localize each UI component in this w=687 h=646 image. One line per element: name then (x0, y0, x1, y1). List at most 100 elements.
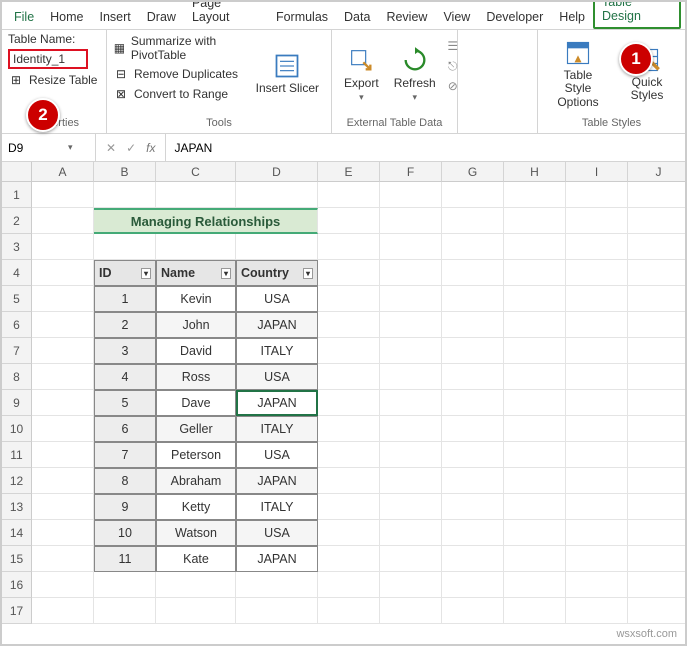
table-cell-country[interactable]: JAPAN (236, 312, 318, 338)
table-cell-name[interactable]: Kevin (156, 286, 236, 312)
cell-E9[interactable] (318, 390, 380, 416)
cell-G6[interactable] (442, 312, 504, 338)
cell-A17[interactable] (32, 598, 94, 624)
cell-A4[interactable] (32, 260, 94, 286)
cell-H15[interactable] (504, 546, 566, 572)
cell-E17[interactable] (318, 598, 380, 624)
cell-F3[interactable] (380, 234, 442, 260)
cell-D3[interactable] (236, 234, 318, 260)
cell-E13[interactable] (318, 494, 380, 520)
col-header-I[interactable]: I (566, 162, 628, 182)
cell-G11[interactable] (442, 442, 504, 468)
tab-developer[interactable]: Developer (478, 5, 551, 29)
table-cell-id[interactable]: 10 (94, 520, 156, 546)
cell-J10[interactable] (628, 416, 687, 442)
cell-F15[interactable] (380, 546, 442, 572)
cell-G10[interactable] (442, 416, 504, 442)
col-header-D[interactable]: D (236, 162, 318, 182)
cell-H13[interactable] (504, 494, 566, 520)
table-header-id[interactable]: ID▾ (94, 260, 156, 286)
cell-E10[interactable] (318, 416, 380, 442)
cell-A10[interactable] (32, 416, 94, 442)
cell-F6[interactable] (380, 312, 442, 338)
name-box-input[interactable] (6, 140, 64, 156)
cell-J8[interactable] (628, 364, 687, 390)
table-cell-country[interactable]: USA (236, 364, 318, 390)
cell-E16[interactable] (318, 572, 380, 598)
col-header-H[interactable]: H (504, 162, 566, 182)
cell-E5[interactable] (318, 286, 380, 312)
cell-B16[interactable] (94, 572, 156, 598)
name-box[interactable]: ▾ (2, 134, 96, 161)
cell-F8[interactable] (380, 364, 442, 390)
table-cell-name[interactable]: Abraham (156, 468, 236, 494)
cell-I7[interactable] (566, 338, 628, 364)
tab-formulas[interactable]: Formulas (268, 5, 336, 29)
cell-G4[interactable] (442, 260, 504, 286)
cell-A6[interactable] (32, 312, 94, 338)
cell-F7[interactable] (380, 338, 442, 364)
col-header-A[interactable]: A (32, 162, 94, 182)
table-header-name[interactable]: Name▾ (156, 260, 236, 286)
table-cell-id[interactable]: 9 (94, 494, 156, 520)
row-header-9[interactable]: 9 (2, 390, 32, 416)
row-header-6[interactable]: 6 (2, 312, 32, 338)
cell-F2[interactable] (380, 208, 442, 234)
cell-B3[interactable] (94, 234, 156, 260)
cell-A3[interactable] (32, 234, 94, 260)
cell-J11[interactable] (628, 442, 687, 468)
tab-help[interactable]: Help (551, 5, 593, 29)
cell-J17[interactable] (628, 598, 687, 624)
table-cell-country[interactable]: USA (236, 442, 318, 468)
cell-I16[interactable] (566, 572, 628, 598)
cell-I17[interactable] (566, 598, 628, 624)
table-cell-id[interactable]: 2 (94, 312, 156, 338)
tab-insert[interactable]: Insert (92, 5, 139, 29)
cell-G3[interactable] (442, 234, 504, 260)
row-header-17[interactable]: 17 (2, 598, 32, 624)
cell-H2[interactable] (504, 208, 566, 234)
cell-G7[interactable] (442, 338, 504, 364)
cell-E15[interactable] (318, 546, 380, 572)
table-cell-country[interactable]: USA (236, 520, 318, 546)
cell-G12[interactable] (442, 468, 504, 494)
table-cell-id[interactable]: 8 (94, 468, 156, 494)
cell-E6[interactable] (318, 312, 380, 338)
cell-F16[interactable] (380, 572, 442, 598)
cell-D1[interactable] (236, 182, 318, 208)
cell-J1[interactable] (628, 182, 687, 208)
cell-H14[interactable] (504, 520, 566, 546)
tab-view[interactable]: View (435, 5, 478, 29)
cell-F4[interactable] (380, 260, 442, 286)
cell-H3[interactable] (504, 234, 566, 260)
col-header-E[interactable]: E (318, 162, 380, 182)
table-cell-name[interactable]: Kate (156, 546, 236, 572)
cell-G2[interactable] (442, 208, 504, 234)
cell-A8[interactable] (32, 364, 94, 390)
row-header-10[interactable]: 10 (2, 416, 32, 442)
cell-A5[interactable] (32, 286, 94, 312)
col-header-B[interactable]: B (94, 162, 156, 182)
cell-E2[interactable] (318, 208, 380, 234)
export-button[interactable]: Export ▾ (338, 32, 385, 116)
cell-H1[interactable] (504, 182, 566, 208)
filter-dropdown-icon[interactable]: ▾ (141, 268, 151, 279)
row-header-8[interactable]: 8 (2, 364, 32, 390)
cell-I12[interactable] (566, 468, 628, 494)
cell-H6[interactable] (504, 312, 566, 338)
table-cell-name[interactable]: Geller (156, 416, 236, 442)
select-all-corner[interactable] (2, 162, 32, 182)
insert-slicer-button[interactable]: Insert Slicer (250, 32, 325, 116)
col-header-F[interactable]: F (380, 162, 442, 182)
table-cell-name[interactable]: Watson (156, 520, 236, 546)
cell-G16[interactable] (442, 572, 504, 598)
cell-I13[interactable] (566, 494, 628, 520)
cancel-icon[interactable]: ✕ (106, 141, 116, 155)
cell-I3[interactable] (566, 234, 628, 260)
cell-I2[interactable] (566, 208, 628, 234)
cell-H7[interactable] (504, 338, 566, 364)
enter-icon[interactable]: ✓ (126, 141, 136, 155)
cell-I6[interactable] (566, 312, 628, 338)
cell-G14[interactable] (442, 520, 504, 546)
row-header-7[interactable]: 7 (2, 338, 32, 364)
